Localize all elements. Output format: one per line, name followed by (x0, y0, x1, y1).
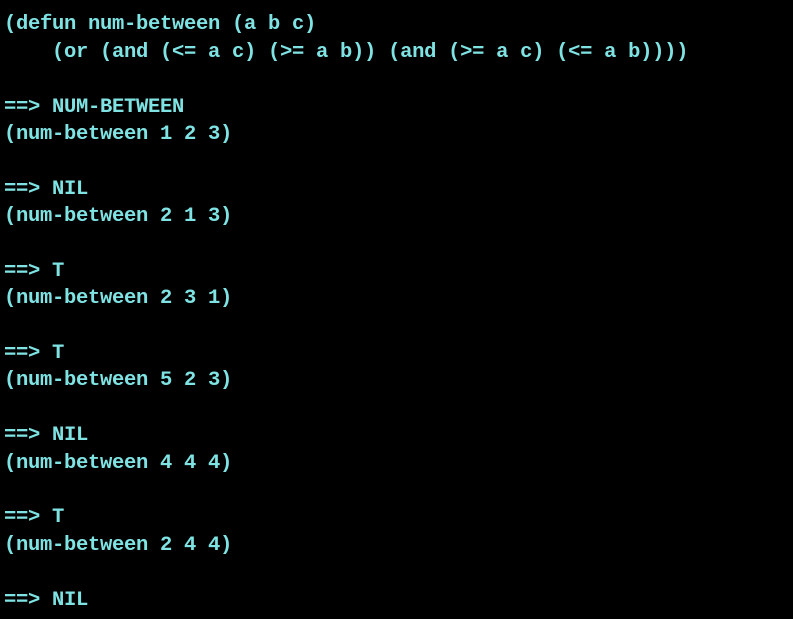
input-line: (num-between 1 2 3) (4, 122, 233, 146)
terminal-output: (defun num-between (a b c) (or (and (<= … (4, 0, 688, 614)
result-line: ==> T (4, 506, 65, 530)
input-line: (num-between 5 2 3) (4, 369, 233, 393)
code-line: (or (and (<= a c) (>= a b)) (and (>= a c… (4, 40, 689, 64)
result-line: ==> NIL (4, 588, 89, 612)
result-line: ==> NIL (4, 177, 89, 201)
result-line: ==> T (4, 259, 65, 283)
input-line: (num-between 2 1 3) (4, 205, 233, 229)
terminal-window[interactable]: (defun num-between (a b c) (or (and (<= … (0, 0, 793, 619)
result-line: ==> T (4, 342, 65, 366)
input-line: (num-between 4 4 4) (4, 451, 233, 475)
input-line: (num-between 2 4 4) (4, 533, 233, 557)
result-line: ==> NIL (4, 424, 89, 448)
result-line: ==> NUM-BETWEEN (4, 95, 185, 119)
code-line: (defun num-between (a b c) (4, 13, 317, 37)
input-line: (num-between 2 3 1) (4, 287, 233, 311)
